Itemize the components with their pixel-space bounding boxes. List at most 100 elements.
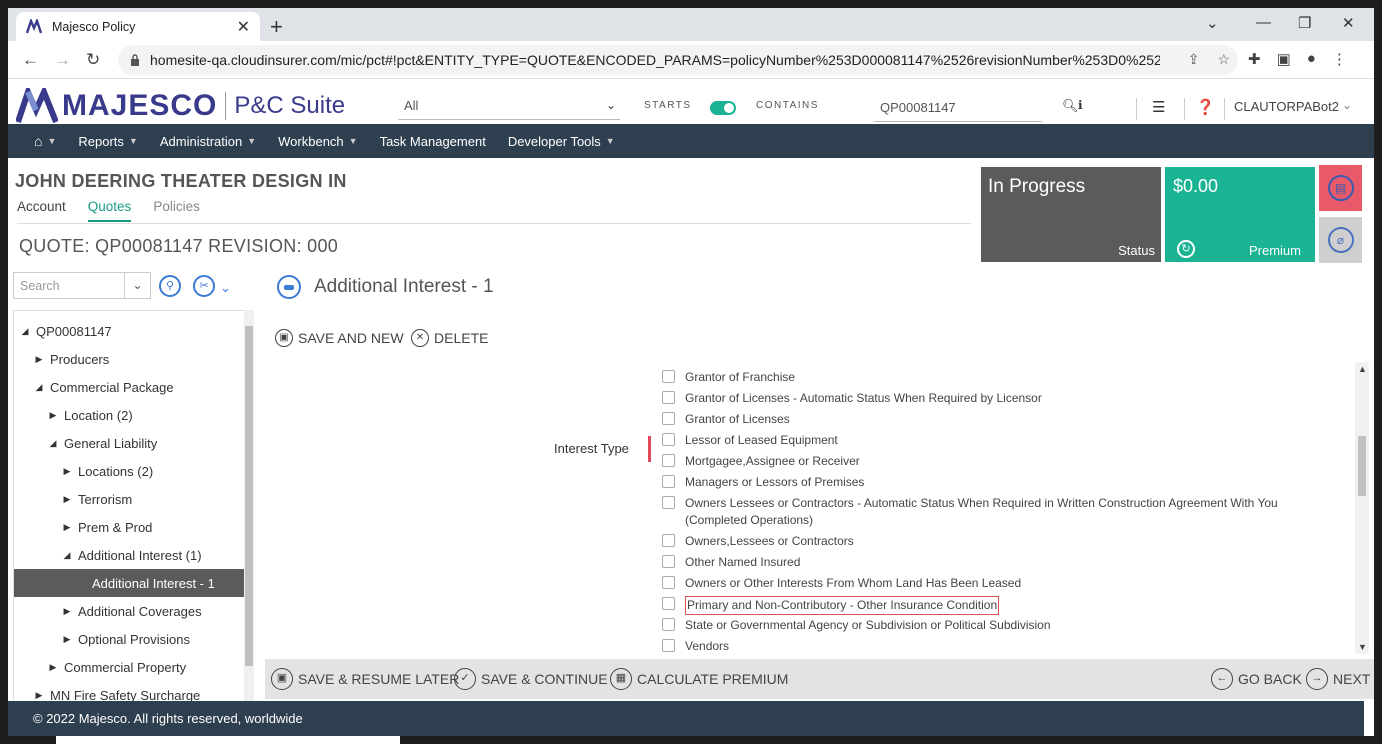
interest-option[interactable]: Other Named Insured — [662, 554, 1322, 571]
tree-search-icon[interactable]: ⚲ — [159, 275, 181, 297]
nav-developer-tools[interactable]: Developer Tools ▼ — [508, 134, 615, 149]
tree-node-selected[interactable]: Additional Interest - 1 — [14, 569, 246, 597]
list-menu-icon[interactable]: ☰ — [1152, 98, 1165, 116]
browser-menu-icon[interactable]: ⋮ — [1332, 50, 1347, 68]
tree-node[interactable]: ▶ Prem & Prod — [14, 513, 246, 541]
quick-search-input[interactable] — [874, 94, 1042, 122]
interest-option[interactable]: Grantor of Licenses — [662, 411, 1322, 428]
checkbox[interactable] — [662, 576, 675, 589]
extensions-puzzle-icon[interactable]: ✚ — [1248, 50, 1261, 68]
back-arrow-icon[interactable]: ← — [22, 50, 39, 70]
url-field[interactable]: homesite-qa.cloudinsurer.com/mic/pct#!pc… — [118, 45, 1238, 75]
starts-contains-toggle[interactable] — [710, 101, 736, 115]
checkbox[interactable] — [662, 534, 675, 547]
checkbox[interactable] — [662, 370, 675, 383]
tree-node[interactable]: ◢ General Liability — [14, 429, 246, 457]
window-close-icon[interactable]: ✕ — [1342, 14, 1355, 32]
search-scope-select[interactable]: All ⌄ — [398, 94, 620, 120]
next-button[interactable]: → NEXT — [1306, 668, 1370, 690]
browser-tab[interactable]: Majesco Policy ✕ — [16, 12, 260, 41]
restore-icon[interactable]: ❐ — [1298, 14, 1311, 32]
interest-option[interactable]: Owners or Other Interests From Whom Land… — [662, 575, 1322, 592]
reload-icon[interactable]: ↻ — [86, 50, 100, 70]
help-icon[interactable]: ❓ — [1196, 98, 1215, 116]
tab-quotes[interactable]: Quotes — [87, 199, 132, 222]
tree-search-dropdown-icon[interactable]: ⌄ — [124, 273, 150, 298]
user-chevron-down-icon[interactable]: ⌄ — [1342, 98, 1352, 112]
tree-node[interactable]: ▶ Additional Coverages — [14, 597, 246, 625]
checkbox[interactable] — [662, 555, 675, 568]
checkbox[interactable] — [662, 391, 675, 404]
forward-arrow-icon[interactable]: → — [54, 50, 71, 70]
save-and-new-button[interactable]: ▣ SAVE AND NEW — [275, 329, 404, 347]
profile-avatar-icon[interactable]: ● — [1307, 50, 1316, 68]
checkbox[interactable] — [662, 597, 675, 610]
scroll-down-icon[interactable]: ▼ — [1358, 642, 1367, 652]
go-back-button[interactable]: ← GO BACK — [1211, 668, 1302, 690]
tab-list-chevron-icon[interactable]: ⌄ — [1206, 14, 1219, 32]
tree-node-label: Additional Interest (1) — [78, 547, 202, 563]
tree-node[interactable]: ▶ Terrorism — [14, 485, 246, 513]
info-icon[interactable]: ℹ — [1078, 98, 1083, 112]
tab-account[interactable]: Account — [17, 199, 66, 222]
tab-policies[interactable]: Policies — [153, 199, 200, 222]
checkbox[interactable] — [662, 639, 675, 652]
tree-node-label: Locations (2) — [78, 463, 154, 479]
checkbox[interactable] — [662, 475, 675, 488]
option-label: Grantor of Licenses - Automatic Status W… — [685, 391, 1042, 405]
share-icon[interactable]: ⇪ — [1188, 51, 1200, 68]
calculate-premium-button[interactable]: ▦ CALCULATE PREMIUM — [610, 668, 788, 690]
interest-option-focused[interactable]: Primary and Non-Contributory - Other Ins… — [662, 596, 1322, 615]
paperclip-icon: ⌀ — [1327, 227, 1354, 253]
new-tab-icon[interactable]: + — [270, 14, 283, 40]
save-resume-later-button[interactable]: ▣ SAVE & RESUME LATER — [271, 668, 459, 690]
checkbox[interactable] — [662, 454, 675, 467]
nav-reports[interactable]: Reports ▼ — [78, 134, 137, 149]
tree-node[interactable]: ▶ Locations (2) — [14, 457, 246, 485]
interest-option[interactable]: Grantor of Franchise — [662, 369, 1322, 386]
interest-option[interactable]: State or Governmental Agency or Subdivis… — [662, 617, 1322, 634]
nav-workbench[interactable]: Workbench ▼ — [278, 134, 357, 149]
interest-option[interactable]: Mortgagee,Assignee or Receiver — [662, 453, 1322, 470]
scroll-up-icon[interactable]: ▲ — [1358, 364, 1367, 374]
checkbox[interactable] — [662, 618, 675, 631]
interest-option[interactable]: Owners Lessees or Contractors - Automati… — [662, 495, 1322, 529]
checkbox[interactable] — [662, 433, 675, 446]
interest-option[interactable]: Owners,Lessees or Contractors — [662, 533, 1322, 550]
tree-node[interactable]: ▶ Commercial Property — [14, 653, 246, 681]
user-name[interactable]: CLAUTORPABot2 — [1234, 99, 1339, 114]
tree-tools-icon[interactable]: ✂ — [193, 275, 215, 297]
search-icon[interactable]: 🔍︎ — [1062, 98, 1079, 114]
side-panel-icon[interactable]: ▣ — [1277, 50, 1291, 68]
tree-node[interactable]: ▶ MN Fire Safety Surcharge — [14, 681, 246, 702]
collapse-panel-icon[interactable] — [277, 275, 301, 299]
tree-node[interactable]: ▶ Producers — [14, 345, 246, 373]
interest-option[interactable]: Lessor of Leased Equipment — [662, 432, 1322, 449]
checkbox[interactable] — [662, 496, 675, 509]
tree-node[interactable]: ▶ Optional Provisions — [14, 625, 246, 653]
tree-node[interactable]: ▶ Location (2) — [14, 401, 246, 429]
tree-tools-chevron-icon[interactable]: ⌄ — [220, 280, 231, 296]
tree-node[interactable]: ◢ Commercial Package — [14, 373, 246, 401]
content-scrollbar[interactable]: ▲ ▼ — [1355, 362, 1369, 654]
delete-button[interactable]: ✕ DELETE — [411, 329, 488, 347]
nav-administration[interactable]: Administration ▼ — [160, 134, 256, 149]
tree-node[interactable]: ◢ QP00081147 — [14, 317, 246, 345]
bookmark-star-icon[interactable]: ☆ — [1217, 51, 1230, 68]
save-continue-button[interactable]: ✓ SAVE & CONTINUE — [454, 668, 608, 690]
tree-scrollbar[interactable] — [244, 310, 254, 702]
majesco-logo[interactable]: MAJESCO P&C Suite — [16, 88, 345, 124]
tree-search-field[interactable]: Search ⌄ — [13, 272, 151, 299]
interest-option[interactable]: Grantor of Licenses - Automatic Status W… — [662, 390, 1322, 407]
refresh-icon[interactable]: ↻ — [1177, 240, 1195, 258]
messages-button[interactable]: ▤ — [1319, 165, 1362, 211]
interest-option[interactable]: Vendors — [662, 638, 1322, 654]
minimize-icon[interactable]: — — [1256, 14, 1271, 31]
tree-node[interactable]: ◢ Additional Interest (1) — [14, 541, 246, 569]
interest-option[interactable]: Managers or Lessors of Premises — [662, 474, 1322, 491]
nav-task-management[interactable]: Task Management — [380, 134, 486, 149]
attachments-button[interactable]: ⌀ — [1319, 217, 1362, 263]
checkbox[interactable] — [662, 412, 675, 425]
tab-close-icon[interactable]: ✕ — [237, 17, 250, 37]
nav-home[interactable]: ⌂ ▼ — [34, 133, 56, 149]
